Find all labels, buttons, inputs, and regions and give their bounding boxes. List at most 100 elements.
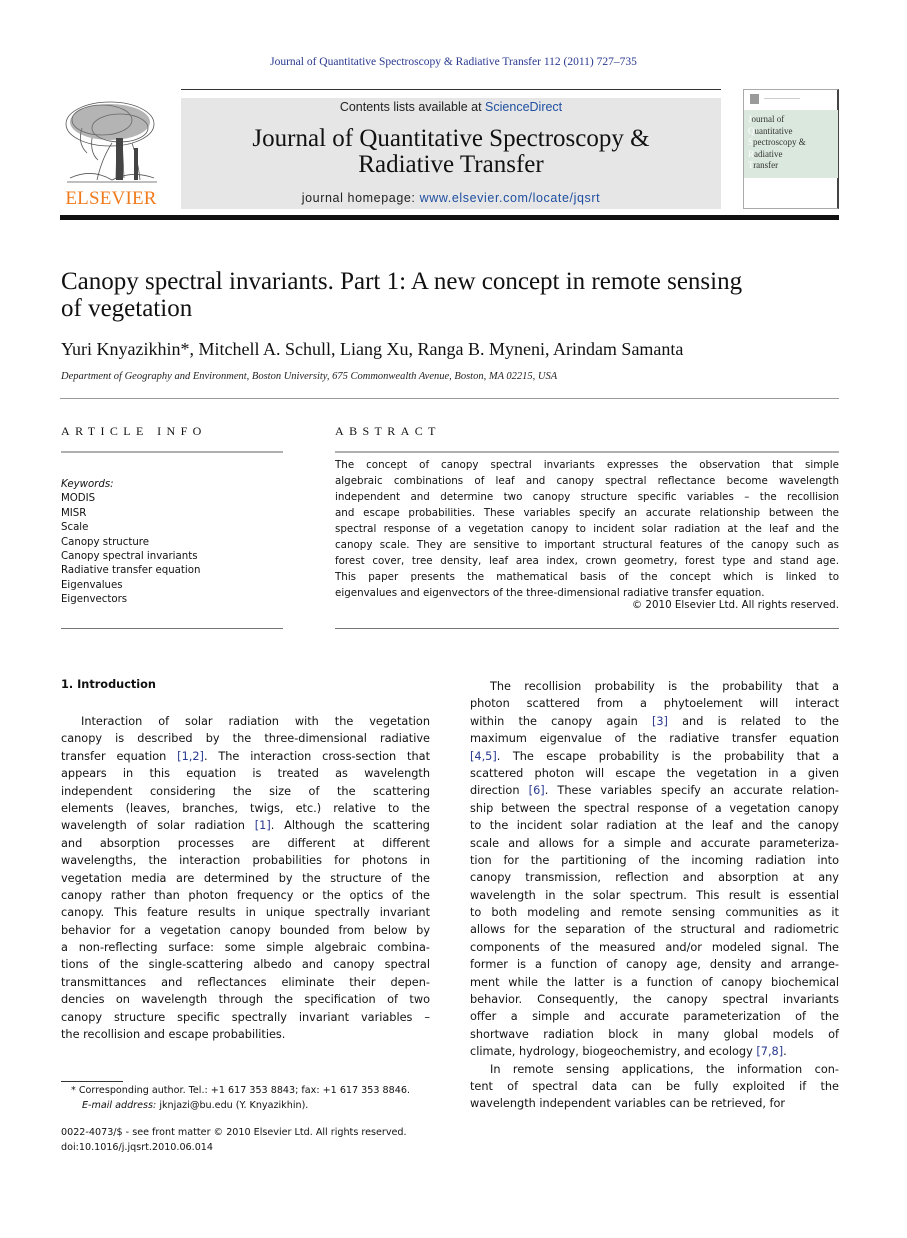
abstract-copyright: © 2010 Elsevier Ltd. All rights reserved… [631,599,839,611]
body-text: scale and allows for a simple and accura… [470,836,839,850]
title-divider [60,398,839,399]
body-text: tent of spectral data can be fully explo… [470,1079,839,1093]
body-text-line: tion for the partitioning of the incomin… [470,852,839,869]
body-text-line: canopy is described by the three-dimensi… [61,730,430,747]
cover-line: Spectroscopy & [748,137,806,147]
running-head[interactable]: Journal of Quantitative Spectroscopy & R… [0,56,907,68]
keyword: MODIS [61,493,96,505]
body-text-line: Interaction of solar radiation with the … [61,713,430,730]
keyword: Radiative transfer equation [61,565,201,577]
body-text: In remote sensing applications, the info… [490,1062,839,1076]
keywords-list: Keywords: MODIS MISR Scale Canopy struct… [61,478,283,608]
citation-link[interactable]: [4,5] [470,750,497,763]
keyword: MISR [61,507,87,519]
contents-prefix: Contents lists available at [339,100,486,114]
body-column-right: The recollision probability is the proba… [470,678,839,1113]
keyword: Eigenvalues [61,579,123,591]
elsevier-logo[interactable]: ELSEVIER [60,98,162,210]
body-text-line: a non-reflecting surface: some simple al… [61,939,430,956]
body-text-line: wavelength in the solar spectrum. This r… [470,887,839,904]
journal-title-line-2: Radiative Transfer [358,151,544,178]
abstract-heading: ABSTRACT [335,424,441,438]
contents-availability: Contents lists available at ScienceDirec… [181,100,721,114]
cover-publisher-icon [750,94,759,104]
body-text-line: ment while the latter is a function of c… [470,974,839,991]
body-text-line: canopy transmission, reflection and abso… [470,869,839,886]
body-text: within the canopy again [470,714,652,728]
email-label: E-mail address: [82,1100,157,1111]
masthead-bottom-rule [60,215,839,220]
footnote-rule [61,1081,123,1082]
doi-link[interactable]: doi:10.1016/j.jqsrt.2010.06.014 [61,1140,431,1155]
elsevier-tree-icon [62,98,160,186]
body-text-line: tions of the single-scattering albedo an… [61,956,430,973]
body-text: . These variables specify an accurate re… [544,784,839,798]
body-text-line: behavior. Consequently, the canopy spect… [470,991,839,1008]
keyword: Canopy structure [61,536,150,548]
section-heading-introduction: 1. Introduction [61,678,156,691]
body-text: vegetation media are determined by the s… [61,871,430,885]
body-text: and absorption processes are different a… [61,836,430,850]
body-text-line: scale and allows for a simple and accura… [470,835,839,852]
body-text-line: wavelength independent variables can be … [470,1095,839,1112]
keyword: Canopy spectral invariants [61,551,198,563]
article-info-top-rule [61,451,283,453]
body-text: canopy structure specific spectrally inv… [61,1010,430,1024]
citation-link[interactable]: [1,2] [177,750,204,763]
abstract-line: algebraic combinations of leaf and canop… [335,475,839,487]
body-column-left: Interaction of solar radiation with the … [61,713,430,1043]
body-text: Interaction of solar radiation with the … [81,715,430,728]
abstract-top-rule [335,451,839,453]
article-info-heading: ARTICLE INFO [61,424,207,438]
cover-line: Journal of [748,114,785,124]
body-text-line: former is a function of canopy age, dens… [470,956,839,973]
cover-title-panel: Journal of Quantitative Spectroscopy & R… [744,110,838,178]
body-text: shortwave radiation block in many global… [470,1027,839,1041]
article-title: Canopy spectral invariants. Part 1: A ne… [61,268,841,322]
body-text: the recollision and escape probabilities… [61,1028,286,1042]
body-text-line: shortwave radiation block in many global… [470,1026,839,1043]
abstract-line: forest cover, tree density, leaf area in… [335,555,839,567]
body-text: behavior for a vegetation canopy bounded… [61,923,430,937]
cover-line: Transfer [748,160,779,170]
elsevier-wordmark: ELSEVIER [65,188,157,209]
front-matter-note: 0022-4073/$ - see front matter © 2010 El… [61,1127,407,1138]
body-text: . Although the scattering [270,819,430,833]
body-text-line: to the incident solar radiation at the l… [470,817,839,834]
body-text-line: transmittances and reflectances eliminat… [61,974,430,991]
body-text-line: behavior for a vegetation canopy bounded… [61,922,430,939]
body-text: components of the measured and/or modele… [470,940,839,954]
email-address[interactable]: jknjazi@bu.edu (Y. Knyazikhin). [156,1100,308,1111]
cover-line: Quantitative [748,125,793,136]
body-text: elements (leaves, branches, twigs, etc.)… [61,801,430,815]
body-text-line: independent considering the size of the … [61,783,430,800]
journal-cover-thumbnail[interactable]: Journal of Quantitative Spectroscopy & R… [743,89,839,209]
body-text: maximum eigenvalue of the radiative tran… [470,732,839,746]
body-text: . [783,1045,787,1059]
body-text: canopy is described by the three-dimensi… [61,732,430,746]
homepage-link[interactable]: www.elsevier.com/locate/jqsrt [420,191,601,205]
body-text-line: components of the measured and/or modele… [470,939,839,956]
body-text-line: and absorption processes are different a… [61,835,430,852]
body-text-line: to both modeling and remote sensing comm… [470,904,839,921]
keyword: Scale [61,522,89,534]
body-text: and is related to the [667,714,840,728]
body-text: tions of the single-scattering albedo an… [61,958,430,972]
body-text: photon scattered from a phytoelement wil… [470,697,839,711]
body-text-line: canopy. This feature results in unique s… [61,904,430,921]
body-text: to both modeling and remote sensing comm… [470,906,839,920]
citation-link[interactable]: [6] [529,784,545,797]
body-text-line: wavelength of solar radiation [1]. Altho… [61,817,430,834]
body-text-line: tent of spectral data can be fully explo… [470,1078,839,1095]
sciencedirect-link[interactable]: ScienceDirect [485,100,562,114]
body-text: climate, hydrology, biogeochemistry, and… [470,1045,757,1059]
citation-link[interactable]: [1] [255,819,271,832]
body-text: canopy rather than photon frequency or t… [61,888,430,902]
citation-link[interactable]: [3] [652,715,668,728]
citation-link[interactable]: [7,8] [756,1045,783,1058]
body-text-line: canopy rather than photon frequency or t… [61,887,430,904]
body-text: wavelength in the solar spectrum. This r… [470,888,839,902]
body-text-line: wavelengths, the interaction probabiliti… [61,852,430,869]
keywords-label: Keywords: [61,479,114,490]
body-text: The recollision probability is the proba… [490,680,839,693]
